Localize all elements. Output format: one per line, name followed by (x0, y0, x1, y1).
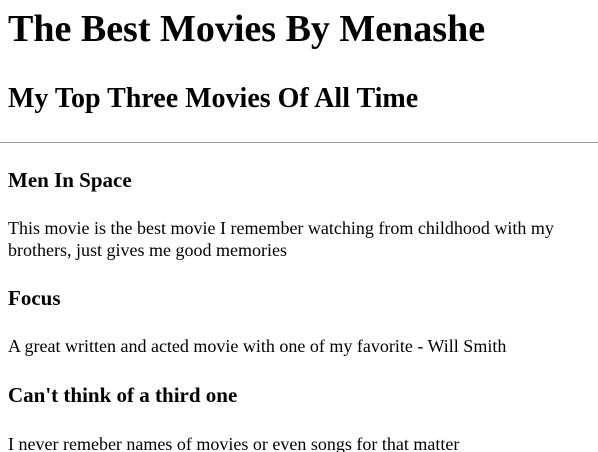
movie-title: Men In Space (8, 168, 132, 192)
page-title: The Best Movies By Menashe (8, 8, 486, 50)
movie-description: This movie is the best movie I remember … (8, 218, 554, 260)
movie-item: Focus A great written and acted movie wi… (8, 261, 590, 357)
page: The Best Movies By Menashe My Top Three … (0, 0, 598, 452)
movie-description: A great written and acted movie with one… (8, 336, 507, 356)
movie-description: I never remeber names of movies or even … (8, 434, 460, 452)
movie-item: Men In Space This movie is the best movi… (8, 143, 590, 261)
movie-item: Can't think of a third one I never remeb… (8, 357, 590, 452)
movie-title: Focus (8, 286, 61, 310)
page-subtitle: My Top Three Movies Of All Time (8, 83, 419, 114)
movie-title: Can't think of a third one (8, 383, 238, 407)
